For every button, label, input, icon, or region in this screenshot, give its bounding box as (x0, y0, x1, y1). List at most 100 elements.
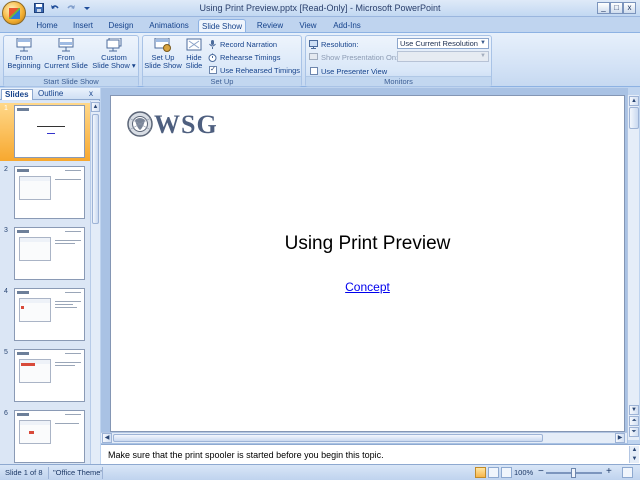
monitor-icon (309, 52, 318, 62)
from-beginning-button[interactable]: From Beginning (6, 37, 42, 70)
rehearse-timings-button[interactable]: Rehearse Timings (208, 51, 280, 63)
slide-thumb-4[interactable]: 4 (0, 286, 90, 344)
dropdown-arrow-icon: ▾ (131, 61, 136, 70)
previous-slide-icon[interactable]: ⏶ (629, 416, 639, 426)
record-narration-label: Record Narration (220, 39, 278, 49)
next-slide-icon[interactable]: ⏷ (629, 427, 639, 437)
monitor-icon (309, 39, 318, 49)
office-button[interactable] (2, 1, 26, 25)
notes-text[interactable]: Make sure that the print spooler is star… (108, 450, 384, 460)
thumbnails-scrollbar[interactable]: ▲ (90, 101, 100, 464)
chevron-down-icon: ▼ (480, 40, 486, 46)
microphone-icon (208, 39, 217, 49)
slide-canvas[interactable]: WSG Using Print Preview Concept (110, 95, 625, 432)
slide-sorter-view-icon[interactable] (488, 467, 499, 478)
undo-icon[interactable] (48, 2, 61, 14)
pane-tabs: Slides Outline x (0, 88, 100, 100)
tab-add-ins[interactable]: Add-Ins (329, 19, 365, 33)
ribbon-tabs: Home Insert Design Animations Slide Show… (0, 17, 640, 33)
slide-thumb-1[interactable]: 1 (0, 103, 90, 161)
tab-outline[interactable]: Outline (35, 89, 66, 100)
tab-review[interactable]: Review (252, 19, 288, 33)
notes-scrollbar[interactable]: ▲ ▼ (629, 446, 639, 463)
from-current-label-2: Current Slide (44, 61, 88, 70)
window-title: Using Print Preview.pptx [Read-Only] - M… (199, 3, 441, 13)
mini-highlight (21, 306, 24, 309)
tab-animations[interactable]: Animations (144, 19, 194, 33)
scroll-down-icon[interactable]: ▼ (629, 405, 639, 415)
slide-count: Slide 1 of 8 (5, 468, 43, 477)
resolution-dropdown[interactable]: Use Current Resolution ▼ (397, 38, 489, 49)
customize-qat-icon[interactable] (80, 2, 93, 14)
close-pane-icon[interactable]: x (86, 89, 96, 100)
mini-text-line (55, 365, 75, 366)
status-divider (102, 467, 103, 479)
scroll-up-icon[interactable]: ▲ (91, 102, 100, 112)
slide-number: 6 (4, 410, 8, 417)
maximize-button[interactable]: □ (610, 2, 623, 14)
tab-insert[interactable]: Insert (68, 19, 98, 33)
scroll-thumb[interactable] (629, 107, 639, 129)
set-up-group-label: Set Up (143, 76, 301, 86)
slide-thumb-6[interactable]: 6 (0, 408, 90, 464)
show-presentation-on-dropdown[interactable]: ▼ (397, 51, 489, 62)
slide-vertical-scrollbar[interactable]: ▲ ▼ ⏶ ⏷ (627, 95, 639, 440)
stopwatch-icon (208, 53, 217, 62)
scroll-thumb[interactable] (113, 434, 543, 442)
mini-screenshot (19, 420, 51, 444)
custom-slide-show-button[interactable]: Custom Slide Show ▾ (92, 37, 136, 70)
scroll-thumb[interactable] (92, 114, 99, 224)
save-icon[interactable] (32, 2, 45, 14)
tab-home[interactable]: Home (30, 19, 64, 33)
minimize-button[interactable]: _ (597, 2, 610, 14)
slide-thumb-image (14, 410, 85, 463)
scroll-right-icon[interactable]: ▶ (615, 433, 625, 443)
scroll-up-icon[interactable]: ▲ (629, 96, 639, 106)
use-presenter-view-label: Use Presenter View (321, 66, 388, 76)
slide-horizontal-scrollbar[interactable]: ◀ ▶ (101, 432, 627, 443)
tab-design[interactable]: Design (104, 19, 138, 33)
use-presenter-view-check[interactable] (310, 67, 318, 75)
mini-screenshot (19, 298, 51, 322)
zoom-slider-thumb[interactable] (571, 468, 576, 478)
hide-slide-button[interactable]: Hide Slide (183, 38, 205, 70)
mini-header-line (65, 170, 81, 171)
slide-thumb-2[interactable]: 2 (0, 164, 90, 222)
from-beginning-icon (15, 37, 33, 52)
mini-text-line (55, 243, 75, 244)
mini-screenshot (19, 237, 51, 261)
close-button[interactable]: x (623, 2, 636, 14)
zoom-in-icon[interactable]: + (606, 466, 612, 477)
mini-text-line (55, 240, 81, 241)
concept-link-text[interactable]: Concept (345, 280, 390, 294)
slide-title[interactable]: Using Print Preview (111, 233, 624, 255)
concept-link[interactable]: Concept (111, 280, 624, 294)
tab-slide-show[interactable]: Slide Show (198, 19, 246, 33)
status-divider (48, 467, 49, 479)
use-rehearsed-timings-checkbox[interactable]: ✓ Use Rehearsed Timings (209, 64, 300, 76)
notes-pane[interactable]: Make sure that the print spooler is star… (101, 444, 640, 464)
resolution-value: Use Current Resolution (400, 39, 478, 48)
normal-view-icon[interactable] (475, 467, 486, 478)
record-narration-button[interactable]: Record Narration (208, 38, 277, 50)
redo-icon[interactable] (64, 2, 77, 14)
slide-show-view-icon[interactable] (501, 467, 512, 478)
start-slide-show-group-label: Start Slide Show (4, 76, 138, 86)
zoom-out-icon[interactable]: − (538, 466, 544, 477)
mini-logo (17, 108, 29, 111)
rehearse-timings-label: Rehearse Timings (220, 52, 281, 62)
use-rehearsed-timings-check[interactable]: ✓ (209, 66, 217, 74)
monitors-group-label: Monitors (306, 76, 491, 86)
fit-to-window-icon[interactable] (622, 467, 633, 478)
slide-thumb-5[interactable]: 5 (0, 347, 90, 405)
slide-thumb-3[interactable]: 3 (0, 225, 90, 283)
mini-header-line (65, 231, 81, 232)
from-current-slide-button[interactable]: From Current Slide (44, 37, 88, 70)
chevron-down-icon: ▼ (480, 53, 486, 59)
mini-header-line (65, 353, 81, 354)
scroll-left-icon[interactable]: ◀ (102, 433, 112, 443)
set-up-slide-show-button[interactable]: Set Up Slide Show (144, 37, 182, 70)
zoom-level[interactable]: 100% (514, 468, 533, 477)
tab-view[interactable]: View (294, 19, 322, 33)
tab-slides[interactable]: Slides (1, 89, 33, 100)
